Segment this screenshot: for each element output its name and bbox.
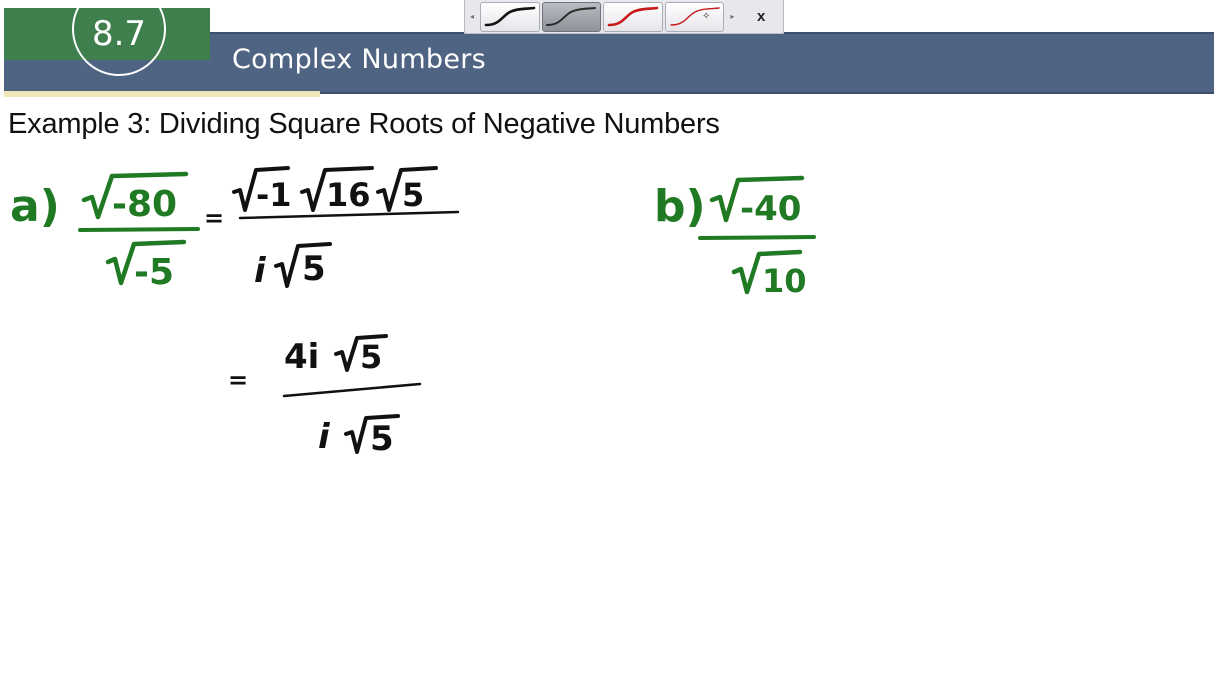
equals-sign: = bbox=[228, 366, 248, 394]
black-pen-stroke-icon bbox=[484, 6, 536, 26]
step2-denominator-i: i bbox=[318, 417, 331, 457]
equals-sign: = bbox=[204, 204, 224, 232]
step2-numerator-radicand: 5 bbox=[360, 338, 382, 376]
part-b-denominator-radicand: 10 bbox=[762, 262, 807, 300]
toolbar-close-button[interactable]: x bbox=[739, 1, 783, 33]
pen-settings-icon: ✧ bbox=[702, 10, 711, 22]
radical-sign bbox=[334, 334, 388, 372]
pen-red-point-button[interactable]: ✧ bbox=[664, 1, 725, 32]
radical-sign bbox=[709, 175, 805, 223]
step2-denominator-radicand: 5 bbox=[370, 419, 394, 459]
step1-radicand-1: -1 bbox=[256, 176, 292, 214]
fraction-bar bbox=[238, 210, 460, 220]
example-heading: Example 3: Dividing Square Roots of Nega… bbox=[8, 108, 720, 140]
pen-toolbar: ◂ ✧ ▸ x bbox=[464, 0, 784, 34]
part-b-numerator-radicand: -40 bbox=[740, 189, 801, 229]
radical-sign bbox=[81, 171, 189, 220]
pen-gray-button[interactable] bbox=[541, 1, 602, 32]
section-title: Complex Numbers bbox=[232, 44, 487, 75]
step1-radicand-3: 5 bbox=[402, 176, 424, 214]
toolbar-scroll-right-icon[interactable]: ▸ bbox=[725, 1, 739, 33]
red-pen-stroke-icon bbox=[607, 6, 659, 26]
radical-sign bbox=[105, 239, 187, 286]
radical-sign bbox=[232, 166, 290, 212]
fraction-bar bbox=[282, 382, 422, 398]
gray-pen-stroke-icon bbox=[546, 6, 597, 26]
pen-black-button[interactable] bbox=[479, 1, 540, 32]
radical-sign bbox=[731, 249, 803, 295]
radical-sign bbox=[300, 166, 374, 212]
pen-red-button[interactable] bbox=[603, 1, 663, 32]
handwriting-canvas: a) -80 -5 = -1 16 5 i 5 = 4i 5 i 5 b) -4… bbox=[10, 166, 816, 459]
part-a-label: a) bbox=[10, 181, 60, 232]
part-b-label: b) bbox=[654, 181, 706, 232]
fraction-bar bbox=[78, 227, 200, 232]
fraction-bar bbox=[698, 235, 816, 240]
part-a-numerator-radicand: -80 bbox=[112, 184, 177, 225]
step1-denominator-i: i bbox=[254, 251, 267, 291]
radical-sign bbox=[344, 414, 400, 454]
radical-sign bbox=[274, 242, 332, 288]
step1-radicand-2: 16 bbox=[326, 176, 371, 214]
section-number: 8.7 bbox=[91, 14, 147, 54]
step2-numerator-prefix: 4i bbox=[284, 337, 319, 377]
toolbar-scroll-left-icon[interactable]: ◂ bbox=[465, 1, 479, 33]
step1-denominator-radicand: 5 bbox=[302, 249, 326, 289]
radical-sign bbox=[376, 166, 438, 212]
part-a-denominator-radicand: -5 bbox=[134, 252, 174, 293]
red-point-pen-stroke-icon bbox=[669, 6, 720, 26]
banner-accent-line bbox=[4, 91, 320, 97]
